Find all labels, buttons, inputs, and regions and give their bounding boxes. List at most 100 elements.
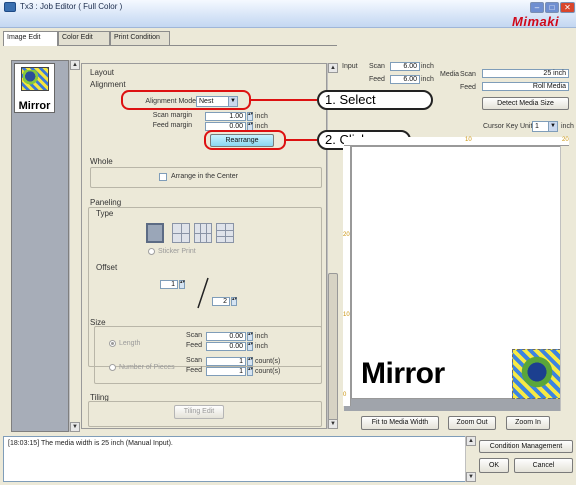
pieces-feed-unit: count(s) bbox=[255, 368, 281, 375]
scroll-up-icon[interactable]: ▲ bbox=[466, 436, 476, 446]
minimize-button[interactable]: – bbox=[530, 2, 544, 13]
scroll-up-icon[interactable]: ▲ bbox=[70, 60, 80, 70]
cursor-key-unit-label: Cursor Key Unit bbox=[483, 123, 533, 130]
select-highlight bbox=[121, 90, 251, 110]
length-feed-input[interactable]: 0.00 bbox=[206, 342, 246, 351]
tab-image-edit[interactable]: Image Edit bbox=[3, 31, 58, 46]
vruler-tick-0: 0 bbox=[343, 392, 347, 398]
cursor-key-unit-value: 1 bbox=[535, 123, 539, 130]
pieces-feed-input[interactable]: 1 bbox=[206, 367, 246, 376]
sticker-print-label: Sticker Print bbox=[158, 248, 196, 255]
click-highlight bbox=[204, 130, 286, 150]
horizontal-ruler: 10 20 bbox=[344, 137, 569, 146]
message-log: [18:03:15] The media width is 25 inch (M… bbox=[3, 436, 475, 482]
layout-scrollbar[interactable]: ▲ ▼ bbox=[327, 63, 338, 429]
tiling-edit-button[interactable]: Tiling Edit bbox=[174, 405, 224, 419]
number-of-pieces-label: Number of Pieces bbox=[119, 364, 175, 371]
scan-margin-spinner[interactable]: ▴▾ bbox=[247, 112, 253, 121]
media-scan-label: Scan bbox=[460, 71, 476, 78]
thumbnail-scrollbar[interactable]: ▲ ▼ bbox=[69, 60, 80, 432]
bird-shape bbox=[519, 354, 559, 394]
pieces-scan-unit: count(s) bbox=[255, 358, 281, 365]
input-scan-unit: inch bbox=[421, 63, 434, 70]
tab-color-edit[interactable]: Color Edit bbox=[58, 31, 110, 45]
paneling-type-label: Type bbox=[96, 209, 114, 218]
ruler-tick-20: 20 bbox=[562, 137, 569, 143]
brand-logo: Mimaki bbox=[512, 14, 560, 29]
condition-management-button[interactable]: Condition Management bbox=[479, 440, 573, 453]
close-button[interactable]: ✕ bbox=[560, 2, 575, 13]
detect-media-size-button[interactable]: Detect Media Size bbox=[482, 97, 569, 110]
ok-button[interactable]: OK bbox=[479, 458, 509, 473]
cancel-button[interactable]: Cancel bbox=[514, 458, 573, 473]
arrange-center-label: Arrange in the Center bbox=[171, 173, 238, 180]
scroll-up-icon[interactable]: ▲ bbox=[328, 63, 338, 73]
length-scan-spinner[interactable]: ▴▾ bbox=[247, 332, 253, 341]
input-feed-value: 6.00 bbox=[390, 75, 420, 84]
ruler-tick-10: 10 bbox=[465, 137, 472, 143]
scroll-down-icon[interactable]: ▼ bbox=[328, 419, 338, 429]
pane-columns-icon[interactable] bbox=[194, 223, 212, 243]
input-scan-value: 6.00 bbox=[390, 62, 420, 71]
thumbnail-strip: Mirror bbox=[11, 60, 69, 432]
length-feed-spinner[interactable]: ▴▾ bbox=[247, 342, 253, 351]
window-title: Tx3 : Job Editor ( Full Color ) bbox=[20, 2, 123, 11]
bird-shape bbox=[23, 70, 41, 86]
thumbnail-list: Mirror bbox=[12, 61, 68, 431]
maximize-button[interactable]: □ bbox=[545, 2, 559, 13]
scan-margin-unit: inch bbox=[255, 113, 268, 120]
length-feed-unit: inch bbox=[255, 343, 268, 350]
log-scrollbar[interactable]: ▲ ▼ bbox=[465, 436, 476, 482]
alignment-heading: Alignment bbox=[90, 80, 126, 89]
window-titlebar: Tx3 : Job Editor ( Full Color ) – □ ✕ Mi… bbox=[0, 0, 576, 29]
feed-margin-unit: inch bbox=[255, 123, 268, 130]
media-feed-label: Feed bbox=[460, 84, 476, 91]
paneling-heading: Paneling bbox=[90, 198, 122, 207]
zoom-in-button[interactable]: Zoom In bbox=[506, 416, 550, 430]
media-heading: Media bbox=[440, 71, 460, 78]
scan-margin-input[interactable]: 1.00 bbox=[205, 112, 246, 121]
offset-top-spinner[interactable]: ▴▾ bbox=[179, 280, 185, 289]
zoom-out-button[interactable]: Zoom Out bbox=[448, 416, 496, 430]
feed-margin-label: Feed margin bbox=[152, 122, 192, 129]
pieces-scan-input[interactable]: 1 bbox=[206, 357, 246, 366]
scroll-thumb[interactable] bbox=[328, 273, 338, 421]
input-scan-label: Scan bbox=[369, 63, 385, 70]
thumbnail-label: Mirror bbox=[18, 100, 51, 112]
vruler-tick-10: 10 bbox=[343, 312, 350, 318]
pieces-scan-label: Scan bbox=[186, 357, 202, 364]
pane-overlap-icon[interactable] bbox=[216, 223, 234, 243]
input-feed-unit: inch bbox=[421, 76, 434, 83]
chevron-down-icon[interactable]: ▼ bbox=[548, 122, 557, 131]
scroll-down-icon[interactable]: ▼ bbox=[466, 472, 476, 482]
input-heading: Input bbox=[342, 63, 358, 70]
length-scan-unit: inch bbox=[255, 333, 268, 340]
arrange-center-checkbox[interactable] bbox=[159, 173, 167, 181]
layout-panel: Layout Alignment Alignment Mode Nest ▼ S… bbox=[81, 63, 327, 429]
pieces-scan-spinner[interactable]: ▴▾ bbox=[247, 357, 253, 366]
thumbnail-card[interactable]: Mirror bbox=[14, 63, 55, 113]
cursor-key-unit-select[interactable]: 1 ▼ bbox=[532, 121, 558, 132]
length-scan-input[interactable]: 0.00 bbox=[206, 332, 246, 341]
offset-top-input[interactable]: 1 bbox=[160, 280, 178, 289]
number-of-pieces-radio[interactable] bbox=[109, 364, 116, 371]
vruler-tick-20: 20 bbox=[343, 232, 350, 238]
offset-bottom-input[interactable]: 2 bbox=[212, 297, 230, 306]
preview-scrollbar[interactable] bbox=[560, 146, 569, 411]
pieces-feed-spinner[interactable]: ▴▾ bbox=[247, 367, 253, 376]
offset-bottom-spinner[interactable]: ▴▾ bbox=[231, 297, 237, 306]
length-feed-label: Feed bbox=[186, 342, 202, 349]
offset-label: Offset bbox=[96, 263, 118, 272]
tab-print-condition[interactable]: Print Condition bbox=[110, 31, 170, 45]
sticker-print-radio[interactable] bbox=[148, 248, 155, 255]
whole-heading: Whole bbox=[90, 157, 113, 166]
fit-to-media-width-button[interactable]: Fit to Media Width bbox=[361, 416, 439, 430]
vertical-ruler: 20 10 0 bbox=[343, 146, 351, 406]
length-radio[interactable] bbox=[109, 340, 116, 347]
scroll-down-icon[interactable]: ▼ bbox=[70, 422, 80, 432]
pane-grid-icon[interactable] bbox=[172, 223, 190, 243]
layout-heading: Layout bbox=[90, 68, 115, 77]
pane-single-icon[interactable] bbox=[146, 223, 164, 243]
select-connector bbox=[251, 99, 317, 101]
offset-divider-icon bbox=[197, 277, 209, 309]
